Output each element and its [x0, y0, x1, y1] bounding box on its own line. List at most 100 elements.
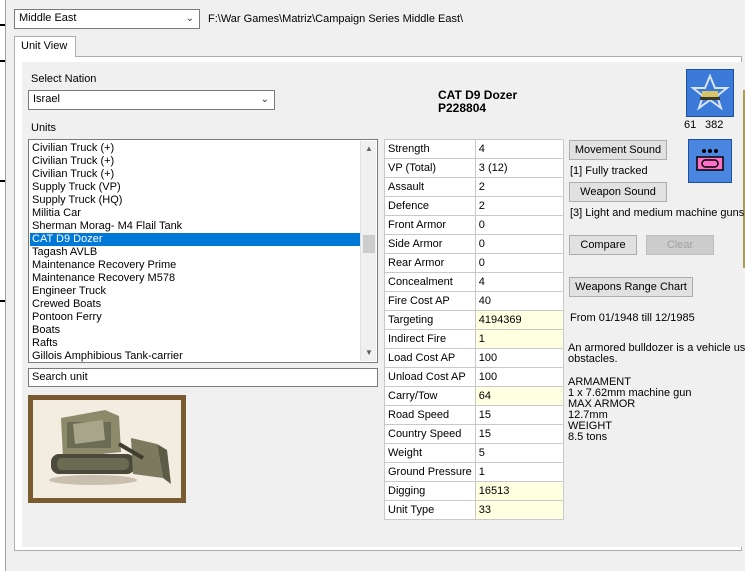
nation-label: Select Nation [31, 73, 97, 85]
counter-right-value: 382 [705, 119, 724, 131]
unit-list-item[interactable]: Supply Truck (VP) [32, 181, 121, 194]
unit-list-item[interactable]: Civilian Truck (+) [32, 155, 114, 168]
unit-list-item[interactable]: Civilian Truck (+) [32, 142, 114, 155]
unit-photo-frame [28, 395, 186, 503]
stat-label: Assault [384, 177, 476, 197]
stat-value: 4 [474, 272, 564, 292]
stat-value: 5 [474, 443, 564, 463]
stat-row: Targeting 4194369 [384, 310, 564, 330]
stat-value: 3 (12) [474, 158, 564, 178]
chevron-down-icon: ⌄ [185, 13, 194, 24]
stats-panel: Strength 4 VP (Total) 3 (12) Assault 2 Defence… [384, 139, 564, 520]
clear-button[interactable]: Clear [646, 235, 714, 255]
unit-list-item[interactable]: Engineer Truck [32, 285, 106, 298]
stat-value: 100 [474, 348, 564, 368]
weapon-sound-button[interactable]: Weapon Sound [569, 182, 667, 202]
unit-list-item[interactable]: Militia Car [32, 207, 81, 220]
stat-row: Ground Pressure 1 [384, 462, 564, 482]
weight-value: 8.5 tons [568, 431, 608, 443]
edge-mark [0, 180, 5, 182]
stat-label: Targeting [384, 310, 476, 330]
tab-unit-view[interactable]: Unit View [14, 36, 76, 57]
stat-row: VP (Total) 3 (12) [384, 158, 564, 178]
stat-value: 2 [474, 177, 564, 197]
scroll-thumb[interactable] [363, 235, 375, 253]
stat-label: Rear Armor [384, 253, 476, 273]
unit-description: An armored bulldozer is a vehicle used o… [568, 343, 745, 443]
movement-sound-button[interactable]: Movement Sound [569, 140, 667, 160]
unit-list-item[interactable]: Pontoon Ferry [32, 311, 102, 324]
unit-list-item[interactable]: Sherman Morag- M4 Flail Tank [32, 220, 182, 233]
stat-row: Rear Armor 0 [384, 253, 564, 273]
stat-value: 2 [474, 196, 564, 216]
unit-list-item[interactable]: Maintenance Recovery M578 [32, 272, 175, 285]
stat-value: 15 [474, 424, 564, 444]
stat-row: Load Cost AP 100 [384, 348, 564, 368]
stat-label: Country Speed [384, 424, 476, 444]
units-listbox[interactable]: Civilian Truck (+) Civilian Truck (+) Civi… [28, 139, 378, 363]
unit-list-item[interactable]: Civilian Truck (+) [32, 168, 114, 181]
stat-label: Strength [384, 139, 476, 159]
stat-value: 40 [474, 291, 564, 311]
date-range: From 01/1948 till 12/1985 [570, 312, 695, 324]
stat-label: Load Cost AP [384, 348, 476, 368]
units-label: Units [31, 122, 57, 134]
unit-list-item[interactable]: Maintenance Recovery Prime [32, 259, 176, 272]
weapons-range-chart-button[interactable]: Weapons Range Chart [569, 277, 693, 297]
stat-label: Weight [384, 443, 476, 463]
edge-mark [0, 60, 5, 62]
unit-list-item[interactable]: Supply Truck (HQ) [32, 194, 122, 207]
counter-left-value: 61 [684, 119, 697, 131]
scroll-up-icon[interactable]: ▲ [361, 141, 377, 157]
stat-label: Road Speed [384, 405, 476, 425]
unit-list-item[interactable]: Boats [32, 324, 60, 337]
units-scrollbar[interactable]: ▲ ▼ [360, 141, 376, 361]
campaign-select[interactable]: Middle East ⌄ [14, 9, 200, 29]
search-unit-text: Search unit [32, 371, 88, 383]
stat-value: 0 [474, 215, 564, 235]
movement-description: [1] Fully tracked [570, 165, 648, 177]
nation-select[interactable]: Israel ⌄ [28, 90, 275, 110]
stat-label: Defence [384, 196, 476, 216]
stat-value: 0 [474, 253, 564, 273]
stat-label: Front Armor [384, 215, 476, 235]
stat-value: 4194369 [474, 310, 564, 330]
weapon-description: [3] Light and medium machine guns [570, 207, 745, 219]
stat-label: Indirect Fire [384, 329, 476, 349]
stat-value: 1 [474, 462, 564, 482]
stat-row: Indirect Fire 1 [384, 329, 564, 349]
unit-photo [33, 400, 181, 498]
unit-list-item[interactable]: Gillois Amphibious Tank-carrier [32, 350, 183, 362]
stat-value: 15 [474, 405, 564, 425]
stat-row: Concealment 4 [384, 272, 564, 292]
stat-value: 0 [474, 234, 564, 254]
stat-row: Road Speed 15 [384, 405, 564, 425]
unit-code: P228804 [438, 101, 487, 115]
nation-star-counter-icon[interactable] [686, 69, 734, 117]
stat-row: Unit Type 33 [384, 500, 564, 520]
unit-list-item[interactable]: CAT D9 Dozer [30, 233, 360, 246]
compare-button[interactable]: Compare [569, 235, 637, 255]
unit-list-item[interactable]: Tagash AVLB [32, 246, 97, 259]
stat-value: 16513 [474, 481, 564, 501]
unit-list-item[interactable]: Crewed Boats [32, 298, 101, 311]
unit-type-symbol-icon[interactable] [688, 139, 732, 183]
stat-row: Defence 2 [384, 196, 564, 216]
stat-label: Unload Cost AP [384, 367, 476, 387]
stat-row: Digging 16513 [384, 481, 564, 501]
stat-label: Side Armor [384, 234, 476, 254]
stat-value: 64 [474, 386, 564, 406]
stat-row: Unload Cost AP 100 [384, 367, 564, 387]
window-left-edge [0, 0, 6, 571]
stat-row: Assault 2 [384, 177, 564, 197]
scroll-down-icon[interactable]: ▼ [361, 345, 377, 361]
unit-list-item[interactable]: Rafts [32, 337, 58, 350]
stat-label: VP (Total) [384, 158, 476, 178]
stat-row: Strength 4 [384, 139, 564, 159]
campaign-select-value: Middle East [19, 12, 77, 24]
nation-select-value: Israel [33, 93, 60, 105]
stat-row: Front Armor 0 [384, 215, 564, 235]
search-unit-input[interactable]: Search unit [28, 368, 378, 387]
stat-label: Concealment [384, 272, 476, 292]
bulldozer-image [49, 410, 171, 485]
